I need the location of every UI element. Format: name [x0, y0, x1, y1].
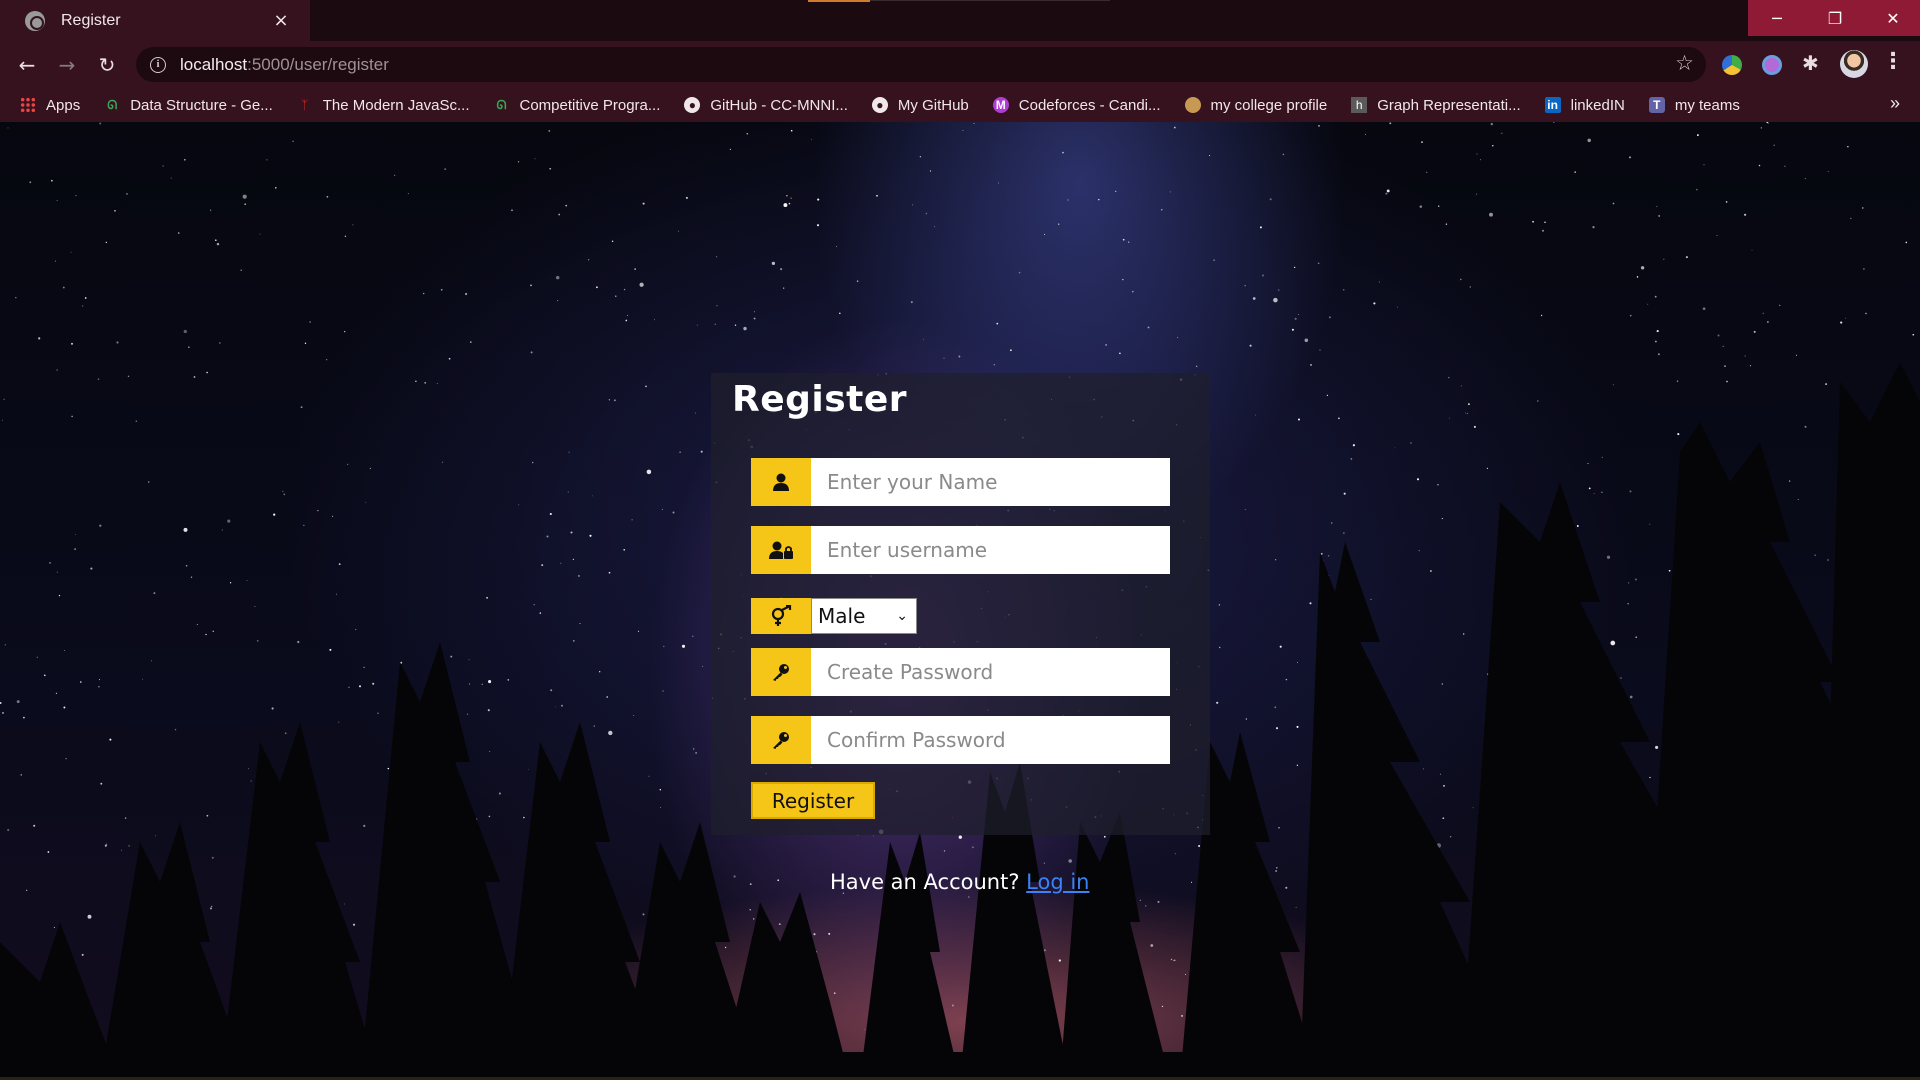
tab-title: Register: [61, 11, 121, 29]
geeksforgeeks-icon: ᘏ: [107, 97, 118, 112]
tab-divider: [870, 0, 1110, 1]
extension-owl-icon[interactable]: [1762, 55, 1782, 75]
linkedin-icon: in: [1544, 97, 1561, 113]
bookmark-my-teams[interactable]: T my teams: [1648, 97, 1740, 114]
bookmark-linkedin[interactable]: in linkedIN: [1544, 97, 1625, 114]
bookmark-data-structure[interactable]: ᘏ Data Structure - Ge...: [104, 97, 273, 114]
page-title: Register: [732, 379, 908, 420]
key-icon: [751, 648, 811, 696]
password-field-group: [751, 648, 1170, 696]
confirm-password-input[interactable]: [811, 716, 1170, 764]
address-bar[interactable]: i localhost:5000/user/register ☆: [136, 47, 1706, 82]
bookmarks-overflow-icon[interactable]: »: [1890, 93, 1900, 114]
register-card: Register Male ⌄: [711, 373, 1210, 835]
name-input[interactable]: [811, 458, 1170, 506]
url-text: localhost:5000/user/register: [180, 54, 389, 74]
bookmark-apps[interactable]: Apps: [20, 97, 80, 114]
login-prompt: Have an Account? Log in: [830, 870, 1089, 894]
loading-indicator: [808, 0, 870, 2]
github-icon: ●: [684, 97, 701, 113]
register-button[interactable]: Register: [751, 782, 875, 819]
browser-titlebar: Register × ─ ❐ ✕: [0, 0, 1920, 41]
browser-tab[interactable]: Register ×: [0, 0, 310, 41]
apps-grid-icon: [20, 97, 36, 113]
minimize-button[interactable]: ─: [1748, 0, 1806, 36]
chevron-down-icon: ⌄: [896, 608, 908, 624]
globe-icon: [25, 10, 45, 31]
gender-symbol-icon: [751, 598, 811, 634]
bookmarks-bar: Apps ᘏ Data Structure - Ge... ᛉ The Mode…: [0, 88, 1920, 122]
page-background: Register Male ⌄: [0, 122, 1920, 1080]
restore-button[interactable]: ❐: [1806, 0, 1864, 36]
college-icon: [1184, 97, 1201, 113]
name-field-group: [751, 458, 1170, 506]
login-link[interactable]: Log in: [1026, 870, 1089, 894]
bookmark-competitive-programming[interactable]: ᘏ Competitive Progra...: [494, 97, 661, 114]
geeksforgeeks-icon: ᘏ: [496, 97, 507, 112]
bookmark-star-icon[interactable]: ☆: [1675, 51, 1694, 75]
hackerrank-icon: h: [1351, 97, 1368, 113]
bookmark-my-github[interactable]: ● My GitHub: [871, 97, 969, 114]
confirm-password-field-group: [751, 716, 1170, 764]
username-input[interactable]: [811, 526, 1170, 574]
bookmark-modern-javascript[interactable]: ᛉ The Modern JavaSc...: [297, 97, 469, 114]
extension-google-icon[interactable]: [1722, 55, 1742, 75]
site-info-icon[interactable]: i: [150, 56, 166, 73]
bookmark-college-profile[interactable]: my college profile: [1184, 97, 1327, 114]
user-icon: [751, 458, 811, 506]
browser-menu-icon[interactable]: ⋮: [1882, 49, 1904, 74]
bookmark-graph-representation[interactable]: h Graph Representati...: [1351, 97, 1521, 114]
javascript-info-icon: ᛉ: [301, 98, 309, 112]
gender-field-group: Male ⌄: [751, 598, 917, 634]
tab-close-icon[interactable]: ×: [270, 10, 292, 31]
forward-button[interactable]: →: [52, 51, 82, 79]
teams-icon: T: [1648, 97, 1665, 113]
profile-avatar[interactable]: [1840, 50, 1868, 78]
user-lock-icon: [751, 526, 811, 574]
bookmark-github-cc[interactable]: ● GitHub - CC-MNNI...: [684, 97, 848, 114]
key-icon: [751, 716, 811, 764]
extensions-puzzle-icon[interactable]: ✱: [1802, 51, 1822, 75]
browser-toolbar: ← → ↻ i localhost:5000/user/register ☆ ✱…: [0, 41, 1920, 88]
github-icon: ●: [871, 97, 888, 113]
codeforces-icon: M: [992, 97, 1009, 113]
bookmark-codeforces[interactable]: M Codeforces - Candi...: [992, 97, 1161, 114]
username-field-group: [751, 526, 1170, 574]
gender-selected-value: Male: [818, 604, 866, 628]
close-window-button[interactable]: ✕: [1864, 0, 1920, 36]
gender-select[interactable]: Male ⌄: [811, 598, 917, 634]
back-button[interactable]: ←: [12, 51, 42, 79]
create-password-input[interactable]: [811, 648, 1170, 696]
login-prompt-text: Have an Account?: [830, 870, 1027, 894]
reload-button[interactable]: ↻: [92, 51, 122, 79]
